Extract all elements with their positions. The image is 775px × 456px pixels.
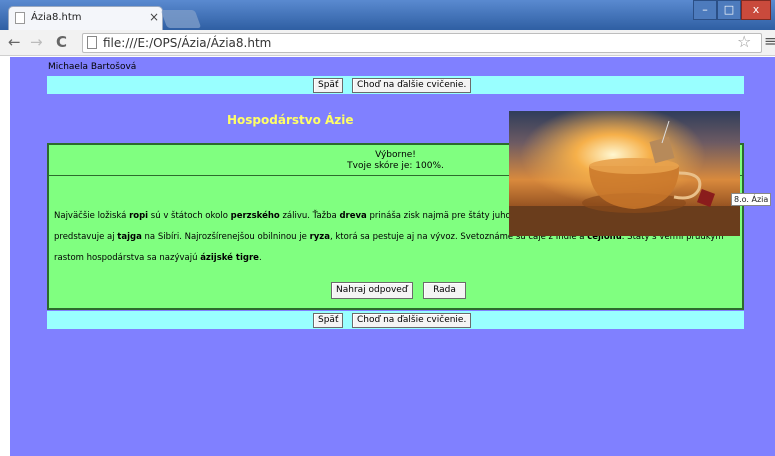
answer-term: ryza	[309, 232, 330, 242]
close-window-button[interactable]: x	[741, 0, 771, 20]
file-icon	[87, 36, 97, 49]
page-icon	[15, 12, 25, 24]
back-button[interactable]: Späť	[313, 78, 344, 93]
image-tooltip: 8.o. Ázia	[731, 193, 772, 206]
bottom-navigation-bar: Späť Choď na ďalšie cvičenie.	[47, 311, 744, 329]
browser-toolbar: ← → C file:///E:/OPS/Ázia/Ázia8.htm	[0, 30, 775, 56]
tea-cup-illustration	[509, 111, 740, 236]
text-segment: na Sibíri. Najrozšírenejšou obilninou je	[141, 232, 310, 242]
tab-close-icon[interactable]: ×	[149, 10, 159, 24]
text-segment: zálivu. Ťažba	[279, 211, 340, 221]
maximize-button[interactable]: □	[717, 0, 741, 20]
menu-icon[interactable]: ≡	[764, 32, 775, 50]
back-button-bottom[interactable]: Späť	[313, 313, 344, 328]
page-title: Hospodárstvo Ázie	[227, 113, 354, 127]
answer-term: tajga	[117, 232, 142, 242]
reload-icon[interactable]: C	[56, 33, 67, 51]
text-segment: Najväčšie ložiská	[54, 211, 130, 221]
new-tab-button[interactable]	[160, 10, 202, 28]
next-exercise-button[interactable]: Choď na ďalšie cvičenie.	[352, 78, 472, 93]
top-navigation-bar: Späť Choď na ďalšie cvičenie.	[47, 76, 744, 94]
text-segment: .	[258, 253, 262, 263]
window-controls: – □ x	[693, 0, 771, 20]
minimize-button[interactable]: –	[693, 0, 717, 20]
back-arrow-icon[interactable]: ←	[8, 33, 21, 51]
answer-term: perzského	[230, 211, 280, 221]
tea-cup-image	[509, 111, 740, 236]
bookmark-star-icon[interactable]: ☆	[737, 32, 751, 51]
author-name: Michaela Bartošová	[48, 62, 137, 72]
tab-title: Ázia8.htm	[31, 12, 82, 23]
next-exercise-button-bottom[interactable]: Choď na ďalšie cvičenie.	[352, 313, 472, 328]
address-bar[interactable]: file:///E:/OPS/Ázia/Ázia8.htm	[82, 33, 762, 53]
answer-term: ropi	[129, 211, 149, 221]
browser-tab[interactable]: Ázia8.htm ×	[8, 6, 163, 30]
answer-term: ázijské tigre	[200, 253, 259, 263]
text-segment: sú v štátoch okolo	[148, 211, 231, 221]
answer-term: dreva	[339, 211, 367, 221]
submit-answer-button[interactable]: Nahraj odpoveď	[331, 282, 413, 299]
hint-button[interactable]: Rada	[423, 282, 466, 299]
forward-arrow-icon[interactable]: →	[30, 33, 43, 51]
url-text[interactable]: file:///E:/OPS/Ázia/Ázia8.htm	[103, 36, 271, 50]
